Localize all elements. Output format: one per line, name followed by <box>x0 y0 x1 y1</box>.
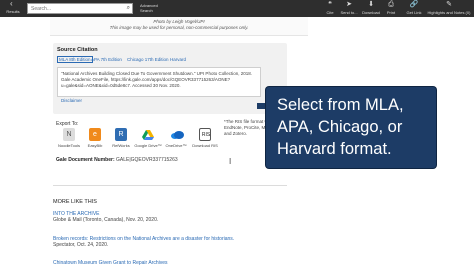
cite-button[interactable]: ❝ Cite <box>322 1 338 16</box>
search-box[interactable]: ⌕ <box>27 3 133 14</box>
image-credit-panel: Photo by Leigh Vogel/UPI This image may … <box>50 17 308 36</box>
tab-harvard[interactable]: Harvard <box>170 56 186 63</box>
callout-text: Select from MLA, APA, Chicago, or Harvar… <box>277 96 404 158</box>
download-label: Download <box>362 10 380 15</box>
cite-icon: ❝ <box>328 1 332 8</box>
send-icon: ➤ <box>346 1 352 8</box>
google-drive-icon <box>142 128 154 141</box>
highlights-notes-button[interactable]: ✎ Highlights and Notes (0) <box>427 1 471 16</box>
tab-chicago[interactable]: Chicago 17th Edition <box>127 56 169 63</box>
noodletools-icon: N <box>63 128 75 141</box>
highlight-icon: ✎ <box>446 1 452 8</box>
get-link-button[interactable]: 🔗 Get Link <box>405 1 423 16</box>
export-refworks-button[interactable]: R RefWorks <box>108 128 134 150</box>
document-number: Gale Document Number: GALE|GQEOVR3377152… <box>56 157 178 163</box>
refworks-icon: R <box>115 128 127 141</box>
get-link-label: Get Link <box>406 10 422 15</box>
export-onedrive-button[interactable]: OneDrive™ <box>163 128 189 150</box>
print-icon: ⎙ <box>388 1 394 8</box>
cite-label: Cite <box>326 10 334 15</box>
highlights-label: Highlights and Notes (0) <box>427 10 471 15</box>
chevron-left-icon: ‹ <box>10 0 13 8</box>
ris-icon: RIS <box>199 128 211 141</box>
article-meta: Spectator, Oct. 24, 2020. <box>53 242 109 248</box>
instruction-callout: Select from MLA, APA, Chicago, or Harvar… <box>266 87 436 168</box>
download-button[interactable]: ⬇ Download <box>361 1 381 16</box>
easybib-icon: e <box>89 128 101 141</box>
print-button[interactable]: ⎙ Print <box>383 1 399 16</box>
text-cursor-icon: I <box>229 157 232 166</box>
source-citation-title: Source Citation <box>57 47 98 53</box>
ris-label: Download RIS <box>192 143 218 148</box>
disclaimer-link[interactable]: Disclaimer <box>61 98 82 103</box>
search-icon[interactable]: ⌕ <box>127 5 130 12</box>
article-meta: Globe & Mail (Toronto, Canada), Nov. 20,… <box>53 217 159 223</box>
citation-text: "National Archives Building Closed Due T… <box>61 71 252 88</box>
document-number-label: Gale Document Number: <box>56 157 115 163</box>
search-input[interactable] <box>31 5 121 13</box>
tab-mla[interactable]: MLA 8th Edition <box>57 56 93 63</box>
export-to-label: Export To: <box>56 121 79 127</box>
link-icon: 🔗 <box>409 1 419 8</box>
back-label: Results <box>6 9 20 14</box>
top-toolbar: ‹ Results ⌕ Advanced Search ❝ Cite ➤ Sen… <box>0 0 474 17</box>
export-google-drive-button[interactable]: Google Drive™ <box>134 128 162 150</box>
send-to-button[interactable]: ➤ Send to... <box>339 1 359 16</box>
advanced-search-link[interactable]: Advanced Search <box>140 3 166 13</box>
onedrive-label: OneDrive™ <box>165 143 187 148</box>
image-credit: Photo by Leigh Vogel/UPI This image may … <box>50 19 308 31</box>
source-citation-panel: Source Citation MLA 8th Edition APA 7th … <box>53 43 287 114</box>
document-number-value: GALE|GQEOVR337715263 <box>116 157 178 163</box>
send-to-label: Send to... <box>340 10 358 15</box>
list-item: Chinatown Museum Given Grant to Repair A… <box>53 260 293 266</box>
print-label: Print <box>386 10 396 15</box>
list-item: Broken records: Restrictions on the Nati… <box>53 236 293 248</box>
usage-note-line: This image may be used for personal, non… <box>109 25 249 30</box>
callout-pointer <box>257 103 266 109</box>
download-icon: ⬇ <box>368 1 374 8</box>
list-item: INTO THE ARCHIVE Globe & Mail (Toronto, … <box>53 211 293 223</box>
back-to-results-button[interactable]: ‹ Results <box>2 0 24 16</box>
article-title-link[interactable]: Chinatown Museum Given Grant to Repair A… <box>53 260 293 266</box>
tab-apa[interactable]: APA 7th Edition <box>91 56 122 63</box>
citation-text-box[interactable]: "National Archives Building Closed Due T… <box>57 67 261 97</box>
section-divider <box>53 185 287 186</box>
export-ris-button[interactable]: RIS Download RIS <box>192 128 218 150</box>
more-like-this-title: MORE LIKE THIS <box>53 199 97 205</box>
onedrive-icon <box>170 128 184 141</box>
